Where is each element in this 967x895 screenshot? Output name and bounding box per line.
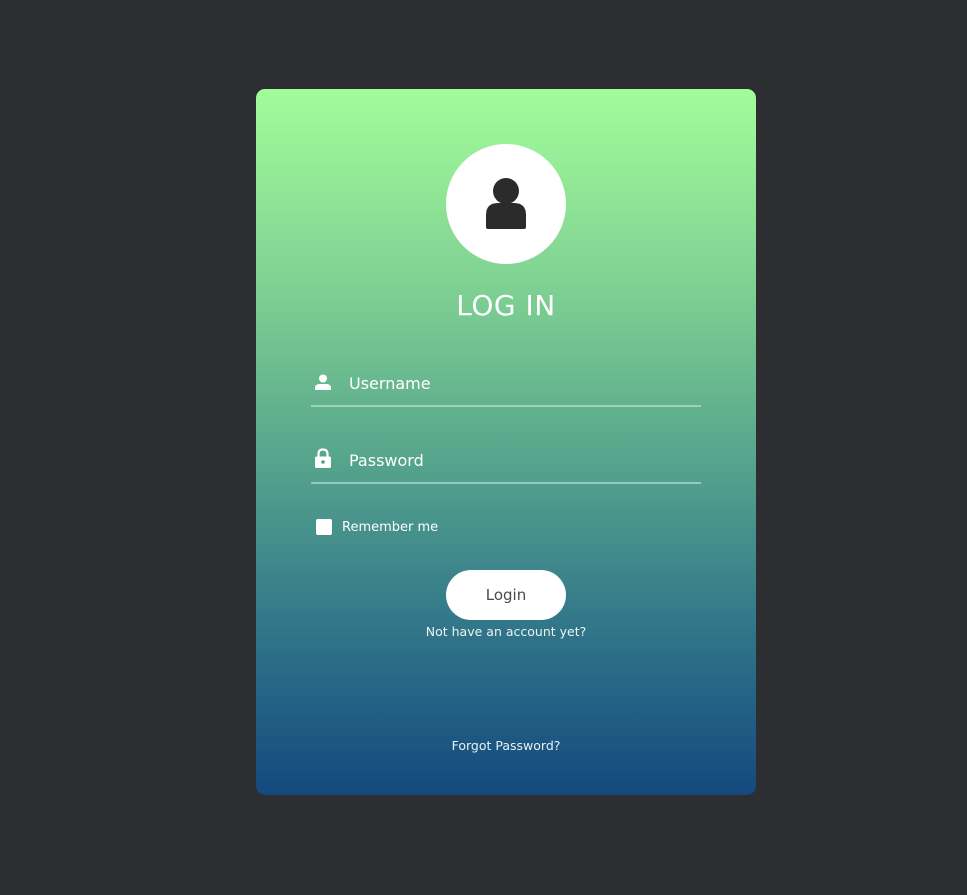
signup-link[interactable]: Not have an account yet? (256, 624, 756, 639)
user-avatar-icon (486, 178, 526, 229)
avatar (446, 144, 566, 264)
password-input[interactable] (349, 446, 689, 474)
login-card: LOG IN Remember me Login Not have an acc… (256, 89, 756, 795)
remember-me[interactable]: Remember me (316, 518, 438, 536)
user-icon (315, 374, 331, 394)
username-input[interactable] (349, 369, 689, 397)
forgot-password-link[interactable]: Forgot Password? (256, 738, 756, 753)
page-title: LOG IN (456, 289, 556, 322)
username-field (311, 359, 701, 407)
remember-checkbox[interactable] (316, 519, 332, 535)
login-button[interactable]: Login (446, 570, 566, 620)
password-field (311, 436, 701, 484)
lock-icon (315, 448, 331, 472)
remember-label: Remember me (342, 519, 439, 535)
